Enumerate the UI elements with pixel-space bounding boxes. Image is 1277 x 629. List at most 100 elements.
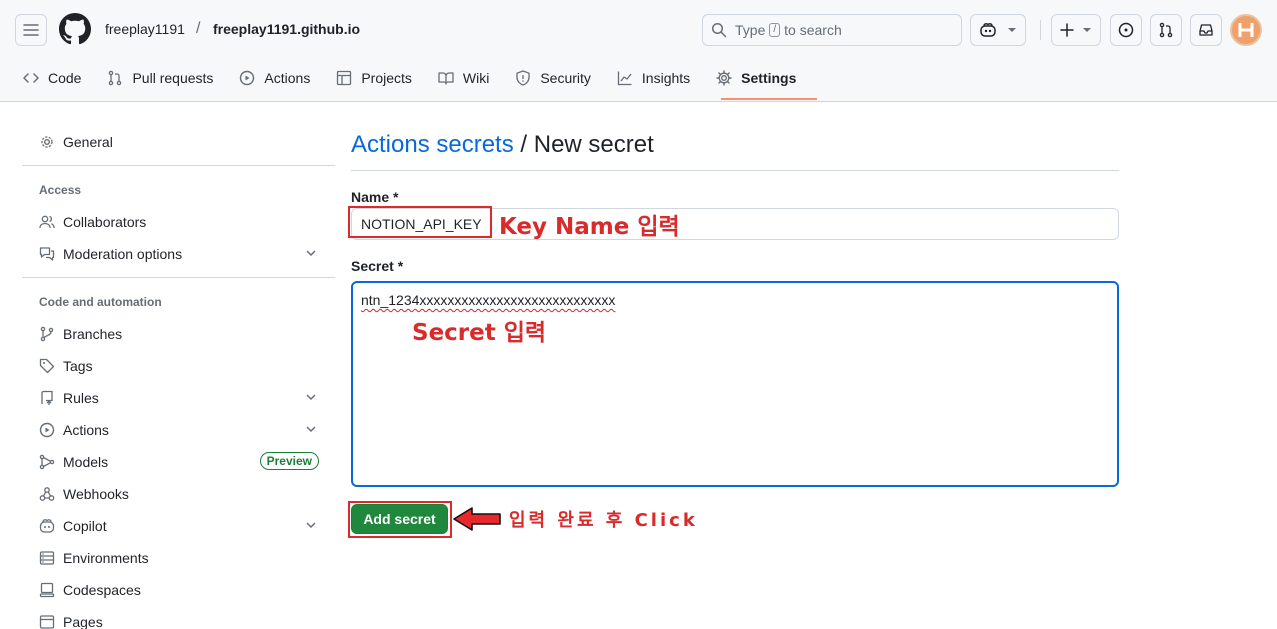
sidebar-item-rules[interactable]: Rules [22,382,335,414]
tab-code[interactable]: Code [20,62,90,94]
sidebar-item-actions[interactable]: Actions [22,414,335,446]
sidebar-item-general[interactable]: General [22,126,335,158]
tab-actions[interactable]: Actions [236,62,319,94]
sidebar-item-environments[interactable]: Environments [22,542,335,574]
issues-button[interactable] [1110,14,1142,46]
pull-request-icon [109,70,122,86]
pull-requests-button[interactable] [1150,14,1182,46]
sidebar-item-label: Moderation options [63,246,183,262]
create-new-button[interactable] [1051,14,1101,46]
github-logo-icon[interactable] [59,13,91,45]
arrow-left-icon [453,507,501,531]
avatar-letter-icon [1238,23,1254,37]
sidebar-item-pages[interactable]: Pages [22,606,335,629]
sidebar-item-tags[interactable]: Tags [22,350,335,382]
tab-label: Settings [741,70,797,86]
models-icon [39,454,55,470]
tab-pull-requests[interactable]: Pull requests [104,62,222,94]
actions-secrets-link[interactable]: Actions secrets [351,131,514,158]
table-icon [337,70,352,86]
tab-label: Insights [641,70,691,86]
sidebar-item-moderation[interactable]: Moderation options [22,238,335,270]
tab-settings[interactable]: Settings [713,62,805,94]
button-highlight-box [348,501,452,538]
breadcrumb-owner[interactable]: freeplay1191 [105,21,185,37]
sidebar-item-label: Codespaces [63,582,141,598]
inbox-button[interactable] [1190,14,1222,46]
webhook-icon [39,487,55,501]
sidebar-item-label: Tags [63,358,93,374]
key-name-annotation: Key Name 입력 [499,214,680,240]
name-label: Name * [351,189,399,205]
secret-annotation: Secret 입력 [412,320,547,346]
chevron-down-icon [306,426,316,433]
sidebar-item-webhooks[interactable]: Webhooks [22,478,335,510]
sidebar-item-label: Branches [63,326,123,342]
title-divider [351,170,1119,171]
comment-discussion-icon [39,247,55,261]
play-icon [39,422,55,438]
sidebar-heading-access: Access [39,183,82,197]
server-icon [39,551,55,565]
secret-value-text: ntn_1234xxxxxxxxxxxxxxxxxxxxxxxxxxxx [361,292,616,308]
graph-icon [617,71,632,86]
sidebar-item-label: Rules [63,390,99,406]
chevron-down-icon [306,250,316,257]
inbox-icon [1199,24,1213,36]
click-annotation: 입력 완료 후 Click [509,510,698,531]
chevron-down-icon [306,394,316,401]
copilot-button[interactable] [970,14,1026,46]
tab-security[interactable]: Security [512,62,600,94]
sidebar-divider [22,165,335,166]
repo-nav: Code Pull requests Actions Projects Wiki… [20,62,819,102]
pull-request-icon [1159,22,1173,38]
sidebar-item-branches[interactable]: Branches [22,318,335,350]
breadcrumb-repo[interactable]: freeplay1191.github.io [213,21,360,37]
tag-icon [39,358,55,374]
copilot-icon [980,23,996,37]
name-highlight-box [348,206,492,238]
chevron-down-icon [306,522,316,529]
shield-icon [516,70,530,86]
chevron-down-icon [1083,28,1091,32]
play-icon [240,70,255,86]
sidebar-item-models[interactable]: Models Preview [22,446,335,478]
sidebar-item-copilot[interactable]: Copilot [22,510,335,542]
hamburger-icon [23,24,39,36]
sidebar-item-label: Collaborators [63,214,147,230]
tab-insights[interactable]: Insights [614,62,699,94]
active-tab-underline [721,98,817,100]
people-icon [39,215,55,229]
sidebar-item-label: General [63,134,113,150]
header-divider [1040,20,1041,40]
search-input[interactable]: Type / to search [702,14,962,46]
tab-projects[interactable]: Projects [333,62,421,94]
breadcrumb-separator: / [196,20,201,37]
sidebar-item-label: Environments [63,550,149,566]
copilot-icon [39,519,55,533]
repo-push-icon [41,390,53,405]
chevron-down-icon [1008,28,1016,32]
avatar[interactable] [1230,14,1262,46]
tab-label: Security [540,70,591,86]
sidebar-item-label: Webhooks [63,486,129,502]
preview-badge: Preview [259,452,319,470]
sidebar-item-codespaces[interactable]: Codespaces [22,574,335,606]
search-shortcut-key: / [769,23,781,37]
tab-wiki[interactable]: Wiki [435,62,498,94]
tab-label: Code [48,70,82,86]
tab-label: Pull requests [132,70,214,86]
gear-icon [41,136,53,148]
gear-icon [716,70,732,86]
tab-label: Projects [361,70,412,86]
page-title: Actions secrets / New secret [351,131,654,159]
sidebar-item-collaborators[interactable]: Collaborators [22,206,335,238]
secret-value-textarea[interactable]: ntn_1234xxxxxxxxxxxxxxxxxxxxxxxxxxxx [351,281,1119,487]
sidebar-item-label: Models [63,454,109,470]
code-icon [23,73,39,83]
plus-icon [1060,23,1074,37]
browser-icon [39,615,55,629]
sidebar-item-label: Copilot [63,518,107,534]
sidebar-item-label: Pages [63,614,103,629]
menu-button[interactable] [15,14,47,46]
